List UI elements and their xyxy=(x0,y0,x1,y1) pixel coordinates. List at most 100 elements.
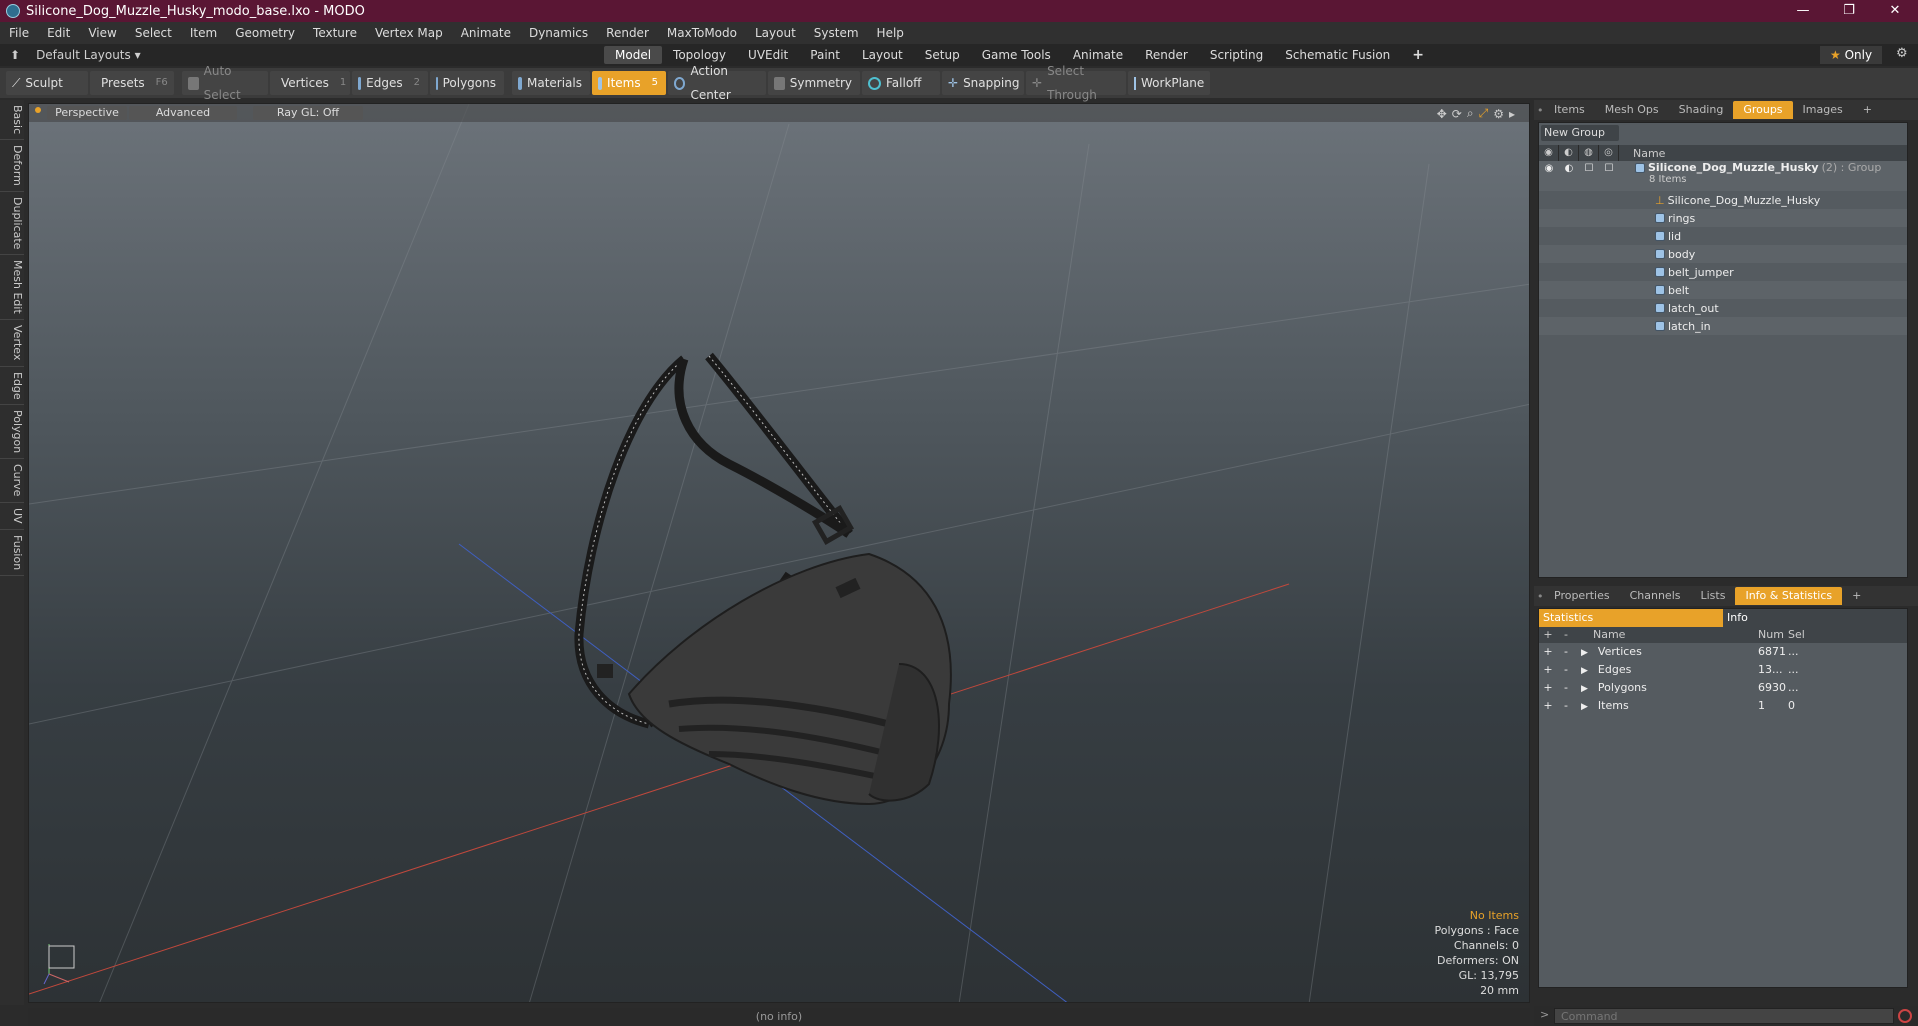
tab-channels[interactable]: Channels xyxy=(1620,587,1691,605)
add-tab-button[interactable]: + xyxy=(1401,46,1435,64)
tab-paint[interactable]: Paint xyxy=(799,46,851,64)
only-toggle[interactable]: ★ Only xyxy=(1820,46,1883,64)
advanced-button[interactable]: Advanced xyxy=(129,106,237,120)
eye-icon[interactable]: ◉ xyxy=(1539,161,1559,177)
add-icon[interactable]: + xyxy=(1539,643,1557,661)
viewport-menu-dot-icon[interactable] xyxy=(35,107,41,113)
left-tab-curve[interactable]: Curve xyxy=(0,459,24,503)
command-record-icon[interactable] xyxy=(1898,1009,1912,1023)
subtab-statistics[interactable]: Statistics xyxy=(1539,609,1723,627)
layout-up-icon[interactable]: ⬆ xyxy=(10,48,20,62)
group-child-row[interactable]: belt xyxy=(1539,281,1907,299)
materials-button[interactable]: Materials xyxy=(512,71,590,95)
menu-layout[interactable]: Layout xyxy=(746,22,805,44)
default-layouts-dropdown[interactable]: Default Layouts ▾ xyxy=(36,48,141,62)
expand-arrow-icon[interactable]: ▶ xyxy=(1581,648,1588,658)
move-view-icon[interactable]: ✥ xyxy=(1437,107,1447,121)
menu-item[interactable]: Item xyxy=(181,22,226,44)
menu-edit[interactable]: Edit xyxy=(38,22,79,44)
add-icon[interactable]: + xyxy=(1539,697,1557,715)
menu-geometry[interactable]: Geometry xyxy=(226,22,304,44)
expand-all-icon[interactable]: + xyxy=(1539,627,1557,643)
stat-row[interactable]: + - ▶ Edges 13... ... xyxy=(1539,661,1907,679)
perspective-button[interactable]: Perspective xyxy=(47,106,127,120)
stat-row[interactable]: + - ▶ Items 1 0 xyxy=(1539,697,1907,715)
tab-schematic-fusion[interactable]: Schematic Fusion xyxy=(1274,46,1401,64)
left-tab-deform[interactable]: Deform xyxy=(0,140,24,193)
maximize-button[interactable]: ❐ xyxy=(1826,0,1872,22)
remove-icon[interactable]: - xyxy=(1557,679,1575,697)
collapse-all-icon[interactable]: - xyxy=(1557,627,1575,643)
visibility-col-icon[interactable]: ◉ xyxy=(1539,145,1559,161)
group-child-row[interactable]: latch_in xyxy=(1539,317,1907,335)
vertices-button[interactable]: Vertices 1 xyxy=(270,71,350,95)
add-icon[interactable]: + xyxy=(1539,679,1557,697)
menu-select[interactable]: Select xyxy=(126,22,181,44)
tab-lists[interactable]: Lists xyxy=(1691,587,1736,605)
tab-layout[interactable]: Layout xyxy=(851,46,914,64)
command-input[interactable] xyxy=(1554,1008,1894,1024)
select-through-button[interactable]: ✛ Select Through xyxy=(1026,64,1126,102)
tab-properties[interactable]: Properties xyxy=(1544,587,1620,605)
group-child-row[interactable]: rings xyxy=(1539,209,1907,227)
left-tab-edge[interactable]: Edge xyxy=(0,367,24,406)
left-tab-duplicate[interactable]: Duplicate xyxy=(0,192,24,256)
select-toggle-icon[interactable]: ☐ xyxy=(1599,161,1619,177)
tab-shading[interactable]: Shading xyxy=(1669,101,1734,119)
add-panel-tab-icon[interactable]: + xyxy=(1853,101,1882,119)
tab-info-statistics[interactable]: Info & Statistics xyxy=(1735,587,1843,605)
menu-dynamics[interactable]: Dynamics xyxy=(520,22,597,44)
minimize-button[interactable]: — xyxy=(1780,0,1826,22)
fit-view-icon[interactable]: ⤢ xyxy=(1479,106,1489,121)
menu-help[interactable]: Help xyxy=(868,22,913,44)
left-tab-polygon[interactable]: Polygon xyxy=(0,405,24,460)
tab-setup[interactable]: Setup xyxy=(914,46,971,64)
3d-viewport[interactable]: Perspective Advanced Ray GL: Off ✥ ⟳ ⌕ ⤢… xyxy=(28,103,1530,1003)
left-tab-mesh-edit[interactable]: Mesh Edit xyxy=(0,255,24,321)
menu-vertex-map[interactable]: Vertex Map xyxy=(366,22,452,44)
lock-toggle-icon[interactable]: ☐ xyxy=(1579,161,1599,177)
sculpt-button[interactable]: ⟋ Sculpt xyxy=(6,71,88,95)
viewport-expand-icon[interactable]: ▸ xyxy=(1509,107,1515,121)
left-tab-basic[interactable]: Basic xyxy=(0,100,24,141)
group-child-row[interactable]: ⊥ Silicone_Dog_Muzzle_Husky xyxy=(1539,191,1907,209)
falloff-button[interactable]: Falloff xyxy=(862,71,940,95)
edges-button[interactable]: Edges 2 xyxy=(352,71,428,95)
remove-icon[interactable]: - xyxy=(1557,643,1575,661)
tab-render[interactable]: Render xyxy=(1134,46,1199,64)
left-tab-fusion[interactable]: Fusion xyxy=(0,530,24,576)
remove-icon[interactable]: - xyxy=(1557,697,1575,715)
menu-render[interactable]: Render xyxy=(597,22,658,44)
left-tab-vertex[interactable]: Vertex xyxy=(0,320,24,367)
left-tab-uv[interactable]: UV xyxy=(0,503,24,530)
group-child-row[interactable]: latch_out xyxy=(1539,299,1907,317)
tab-model[interactable]: Model xyxy=(604,46,663,64)
menu-maxtomodo[interactable]: MaxToModo xyxy=(658,22,746,44)
tab-scripting[interactable]: Scripting xyxy=(1199,46,1274,64)
raygl-button[interactable]: Ray GL: Off xyxy=(253,106,363,120)
new-group-button[interactable]: New Group xyxy=(1541,125,1619,141)
menu-texture[interactable]: Texture xyxy=(304,22,366,44)
add-panel-tab-icon[interactable]: + xyxy=(1842,587,1871,605)
group-child-row[interactable]: lid xyxy=(1539,227,1907,245)
render-col-icon[interactable]: ◐ xyxy=(1559,145,1579,161)
expand-arrow-icon[interactable]: ▶ xyxy=(1581,684,1588,694)
menu-system[interactable]: System xyxy=(805,22,868,44)
workplane-button[interactable]: WorkPlane xyxy=(1128,71,1210,95)
stat-row[interactable]: + - ▶ Polygons 6930 ... xyxy=(1539,679,1907,697)
auto-select-button[interactable]: Auto Select xyxy=(182,64,268,102)
expand-arrow-icon[interactable]: ▶ xyxy=(1581,702,1588,712)
tab-groups[interactable]: Groups xyxy=(1733,101,1793,119)
tab-images[interactable]: Images xyxy=(1793,101,1853,119)
select-col-icon[interactable]: ◎ xyxy=(1599,145,1619,161)
subtab-info[interactable]: Info xyxy=(1723,609,1907,627)
polygons-button[interactable]: Polygons xyxy=(430,71,504,95)
tab-mesh-ops[interactable]: Mesh Ops xyxy=(1595,101,1669,119)
group-child-row[interactable]: body xyxy=(1539,245,1907,263)
group-child-row[interactable]: belt_jumper xyxy=(1539,263,1907,281)
menu-view[interactable]: View xyxy=(79,22,125,44)
expand-arrow-icon[interactable]: ▶ xyxy=(1581,666,1588,676)
items-button[interactable]: Items 5 xyxy=(592,71,666,95)
add-icon[interactable]: + xyxy=(1539,661,1557,679)
tab-items[interactable]: Items xyxy=(1544,101,1595,119)
